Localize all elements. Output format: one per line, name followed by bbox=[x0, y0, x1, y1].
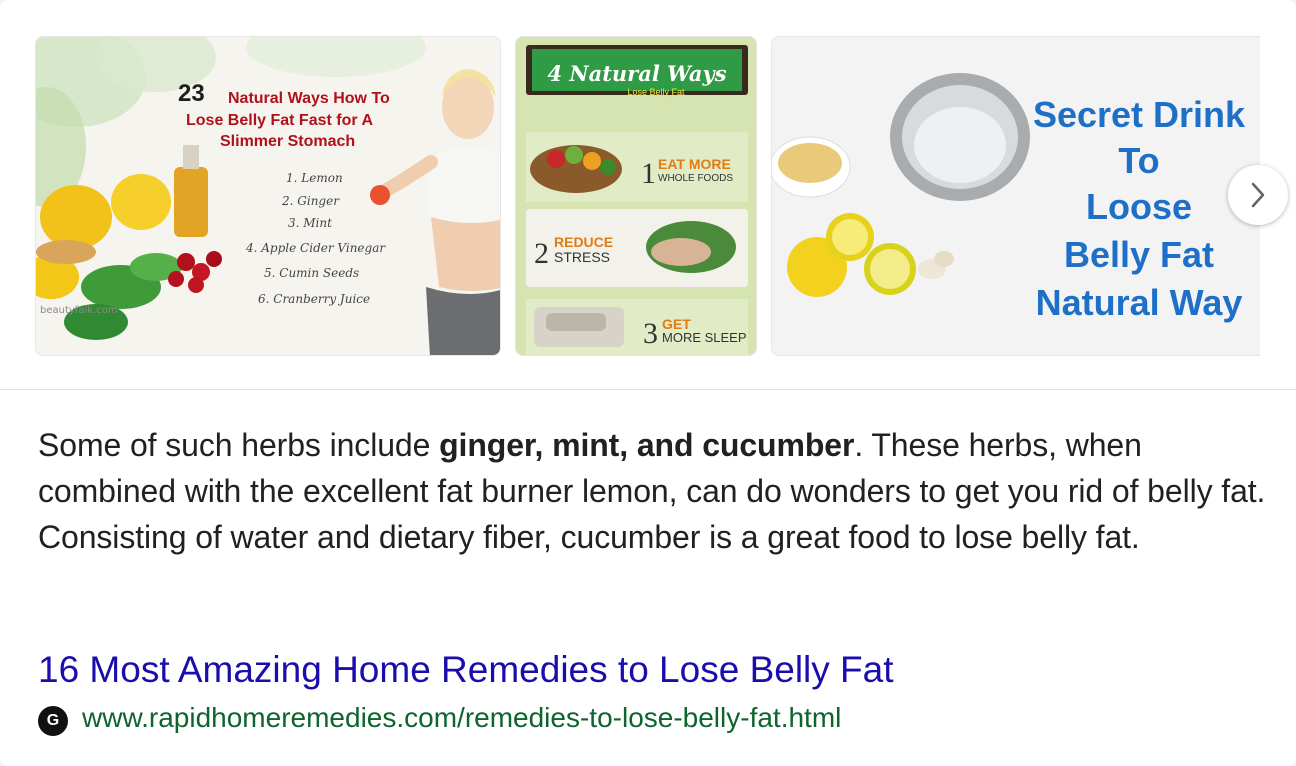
image-thumbnail-3[interactable]: Secret Drink To Loose Belly Fat Natural … bbox=[771, 36, 1260, 356]
image3-text-line: To bbox=[1118, 140, 1159, 181]
image1-list-item: 6. Cranberry Juice bbox=[258, 292, 370, 306]
result-source-row: G www.rapidhomeremedies.com/remedies-to-… bbox=[38, 698, 841, 738]
image2-item-number: 3 bbox=[643, 317, 658, 350]
snippet-text: Some of such herbs include ginger, mint,… bbox=[38, 422, 1270, 560]
image-thumbnail-2[interactable]: 4 Natural Ways Lose Belly Fat 1 EAT MORE… bbox=[515, 36, 757, 356]
image1-headline-line1: Natural Ways How To bbox=[228, 90, 390, 107]
image2-item-subtitle: STRESS bbox=[554, 249, 610, 265]
image3-text-line: Belly Fat bbox=[1064, 234, 1214, 275]
image2-item-title: REDUCE bbox=[554, 234, 613, 250]
snippet-text-start: Some of such herbs include bbox=[38, 427, 440, 463]
result-url-link[interactable]: www.rapidhomeremedies.com/remedies-to-lo… bbox=[82, 702, 841, 734]
carousel-next-button[interactable] bbox=[1228, 165, 1288, 225]
result-title-link[interactable]: 16 Most Amazing Home Remedies to Lose Be… bbox=[38, 646, 894, 694]
image2-banner-title: 4 Natural Ways bbox=[547, 61, 726, 86]
image1-list-item: 4. Apple Cider Vinegar bbox=[245, 241, 386, 255]
image2-item-subtitle: WHOLE FOODS bbox=[658, 173, 733, 184]
image1-list-item: 2. Ginger bbox=[281, 194, 340, 208]
image1-list-item: 3. Mint bbox=[288, 216, 332, 230]
chevron-right-icon bbox=[1251, 182, 1265, 208]
image3-text-line: Secret Drink bbox=[1033, 94, 1246, 135]
divider bbox=[0, 389, 1296, 390]
image3-text-line: Natural Way bbox=[1036, 282, 1243, 323]
image2-item-title: EAT MORE bbox=[658, 156, 731, 172]
image1-headline-line3: Slimmer Stomach bbox=[220, 133, 355, 150]
image1-list-item: 1. Lemon bbox=[286, 171, 343, 185]
image2-item-subtitle: MORE SLEEP bbox=[662, 330, 747, 345]
image1-headline-number: 23 bbox=[178, 80, 205, 107]
image3-text-line: Loose bbox=[1086, 186, 1192, 227]
image-thumbnail-1[interactable]: 23 Natural Ways How To Lose Belly Fat Fa… bbox=[35, 36, 501, 356]
image1-list-item: 5. Cumin Seeds bbox=[264, 266, 359, 280]
featured-snippet-card: 23 Natural Ways How To Lose Belly Fat Fa… bbox=[0, 0, 1296, 766]
image1-headline-line2: Lose Belly Fat Fast for A bbox=[186, 112, 373, 129]
image2-item-number: 1 bbox=[641, 157, 656, 190]
image1-watermark: beautyfalk.com bbox=[40, 305, 118, 316]
image2-item-number: 2 bbox=[534, 237, 549, 270]
image-carousel: 23 Natural Ways How To Lose Belly Fat Fa… bbox=[35, 36, 1260, 356]
globe-favicon: G bbox=[38, 706, 68, 736]
snippet-bold-text: ginger, mint, and cucumber bbox=[439, 427, 855, 463]
image2-banner-subtitle: Lose Belly Fat bbox=[627, 87, 685, 97]
